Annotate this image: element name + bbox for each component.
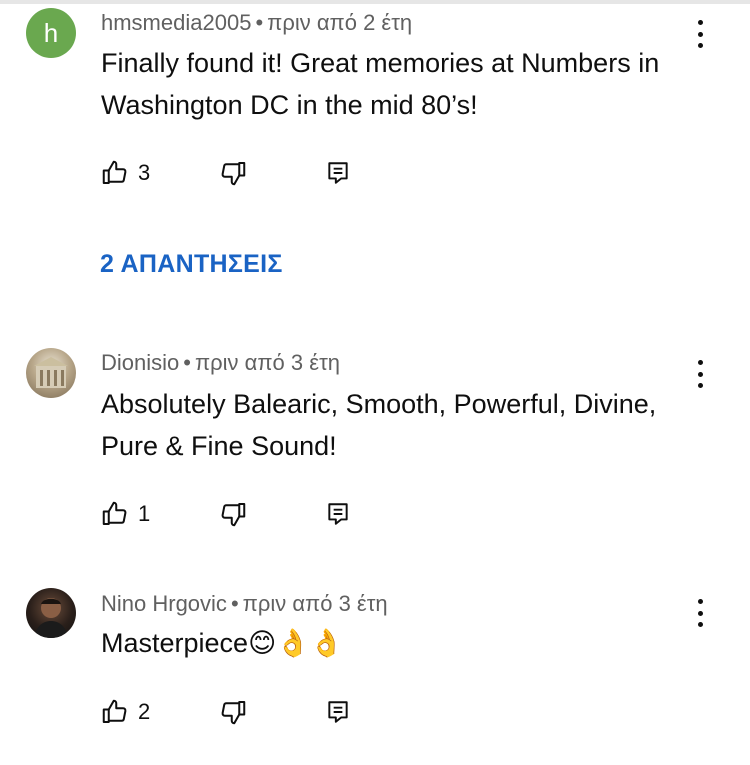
comment-text: Finally found it! Great memories at Numb… xyxy=(101,48,660,120)
avatar[interactable] xyxy=(26,348,76,398)
comment-author[interactable]: hmsmedia2005 xyxy=(101,10,251,35)
building-photo-icon xyxy=(34,357,68,388)
comment-text: Absolutely Balearic, Smooth, Powerful, D… xyxy=(101,389,657,461)
top-divider xyxy=(0,0,750,4)
like-button[interactable]: 1 xyxy=(100,498,150,530)
avatar-letter: h xyxy=(43,17,59,48)
meta-separator: • xyxy=(230,591,239,616)
dislike-button[interactable] xyxy=(218,498,248,530)
thumbs-up-icon xyxy=(100,158,130,188)
reply-icon xyxy=(325,159,351,187)
reply-button[interactable] xyxy=(325,696,351,728)
dislike-button[interactable] xyxy=(218,157,248,189)
comment-author[interactable]: Nino Hrgovic xyxy=(101,591,227,616)
comment-actions: 3 xyxy=(100,157,400,189)
view-replies-button[interactable]: 2 ΑΠΑΝΤΗΣΕΙΣ xyxy=(100,250,283,279)
like-count: 2 xyxy=(138,699,151,724)
comment-actions: 2 xyxy=(100,696,400,728)
comment-time[interactable]: πριν από 3 έτη xyxy=(243,591,388,616)
person-photo-icon xyxy=(34,598,68,638)
comment-meta: Nino Hrgovic • πριν από 3 έτη xyxy=(101,591,388,617)
thumbs-down-icon xyxy=(218,697,248,727)
thumbs-down-icon xyxy=(218,158,248,188)
like-count: 3 xyxy=(138,160,151,185)
meta-separator: • xyxy=(255,10,264,35)
comment-actions: 1 xyxy=(100,498,400,530)
thumbs-up-icon xyxy=(100,499,130,529)
reply-button[interactable] xyxy=(325,498,351,530)
reply-icon xyxy=(325,500,351,528)
like-count: 1 xyxy=(138,501,151,526)
comment-time[interactable]: πριν από 3 έτη xyxy=(195,350,340,375)
avatar[interactable] xyxy=(26,588,76,638)
comment-meta: Dionisio • πριν από 3 έτη xyxy=(101,350,340,376)
like-button[interactable]: 3 xyxy=(100,157,150,189)
thumbs-down-icon xyxy=(218,499,248,529)
dislike-button[interactable] xyxy=(218,696,248,728)
reply-icon xyxy=(325,698,351,726)
comment-author[interactable]: Dionisio xyxy=(101,350,179,375)
meta-separator: • xyxy=(183,350,191,375)
thumbs-up-icon xyxy=(100,697,130,727)
like-button[interactable]: 2 xyxy=(100,696,150,728)
comment-meta: hmsmedia2005 • πριν από 2 έτη xyxy=(101,10,412,36)
comment-text: Masterpiece😊👌👌 xyxy=(101,628,344,658)
reply-button[interactable] xyxy=(325,157,351,189)
comment-time[interactable]: πριν από 2 έτη xyxy=(267,10,412,35)
avatar[interactable]: h xyxy=(26,8,76,58)
